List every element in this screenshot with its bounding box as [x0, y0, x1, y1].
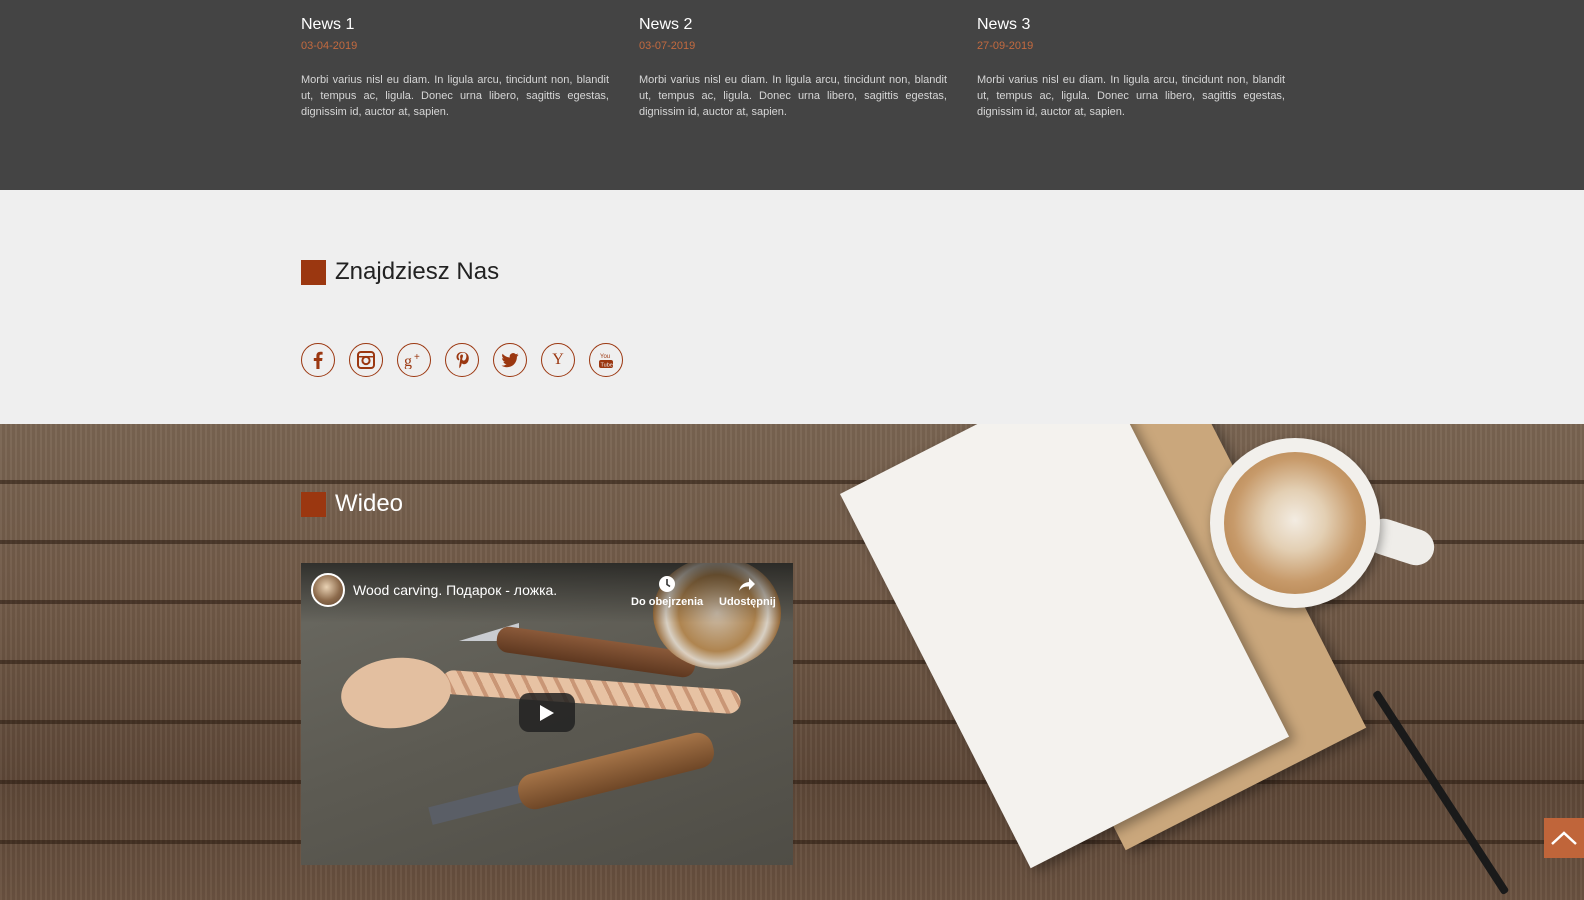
- news-item: News 3 27-09-2019 Morbi varius nisl eu d…: [977, 14, 1285, 120]
- yelp-glyph: Y: [552, 351, 564, 368]
- twitter-icon[interactable]: [493, 343, 527, 377]
- channel-avatar[interactable]: [311, 573, 345, 607]
- share-icon: [739, 578, 756, 591]
- facebook-icon[interactable]: [301, 343, 335, 377]
- video-thumbnail-spoon-bowl: [337, 652, 455, 734]
- video-thumbnail-gouge-blade: [428, 783, 530, 825]
- news-title[interactable]: News 2: [639, 14, 947, 36]
- instagram-icon[interactable]: [349, 343, 383, 377]
- watch-later-label: Do obejrzenia: [631, 596, 704, 608]
- find-us-section: Znajdziesz Nas g + Y You Tube: [0, 190, 1584, 424]
- share-button[interactable]: Udostępnij: [719, 575, 776, 609]
- social-links: g + Y You Tube: [301, 343, 637, 377]
- play-icon: [540, 704, 554, 721]
- heading-marker: [301, 259, 326, 285]
- background-pen: [1372, 689, 1510, 896]
- background-latte-art: [1224, 452, 1366, 594]
- news-item: News 2 03-07-2019 Morbi varius nisl eu d…: [639, 14, 947, 120]
- share-label: Udostępnij: [719, 596, 776, 608]
- video-title[interactable]: Wood carving. Подарок - ложка.: [353, 581, 557, 599]
- news-item: News 1 03-04-2019 Morbi varius nisl eu d…: [301, 14, 609, 120]
- chevron-up-icon: [1551, 831, 1577, 845]
- pinterest-icon[interactable]: [445, 343, 479, 377]
- heading-marker: [301, 491, 326, 517]
- yelp-icon[interactable]: Y: [541, 343, 575, 377]
- play-button[interactable]: [519, 693, 575, 732]
- video-thumbnail-spoon-handle: [440, 669, 742, 715]
- news-excerpt: Morbi varius nisl eu diam. In ligula arc…: [977, 74, 1285, 118]
- find-us-heading: Znajdziesz Nas: [301, 258, 499, 286]
- scroll-to-top-button[interactable]: [1544, 818, 1584, 858]
- google-plus-icon[interactable]: g +: [397, 343, 431, 377]
- video-heading: Wideo: [301, 490, 403, 518]
- news-section: News 1 03-04-2019 Morbi varius nisl eu d…: [0, 0, 1584, 190]
- news-excerpt: Morbi varius nisl eu diam. In ligula arc…: [301, 74, 609, 118]
- watch-later-button[interactable]: Do obejrzenia: [631, 575, 703, 609]
- find-us-title: Znajdziesz Nas: [335, 258, 500, 285]
- news-date: 27-09-2019: [977, 40, 1034, 52]
- news-title[interactable]: News 3: [977, 14, 1285, 36]
- news-date: 03-07-2019: [639, 40, 696, 52]
- svg-text:Tube: Tube: [601, 363, 613, 369]
- svg-text:You: You: [600, 354, 610, 360]
- video-section-title: Wideo: [335, 490, 404, 517]
- svg-text:+: +: [414, 352, 420, 363]
- news-date: 03-04-2019: [301, 40, 358, 52]
- svg-text:g: g: [404, 353, 412, 369]
- news-excerpt: Morbi varius nisl eu diam. In ligula arc…: [639, 74, 947, 118]
- video-thumbnail-gouge: [514, 729, 718, 813]
- youtube-icon[interactable]: You Tube: [589, 343, 623, 377]
- youtube-video-player[interactable]: Wood carving. Подарок - ложка. Do obejrz…: [301, 563, 793, 865]
- clock-icon: [659, 576, 676, 592]
- video-section: Wideo Wood carving. Подарок - ложка. Do …: [0, 424, 1584, 900]
- news-title[interactable]: News 1: [301, 14, 609, 36]
